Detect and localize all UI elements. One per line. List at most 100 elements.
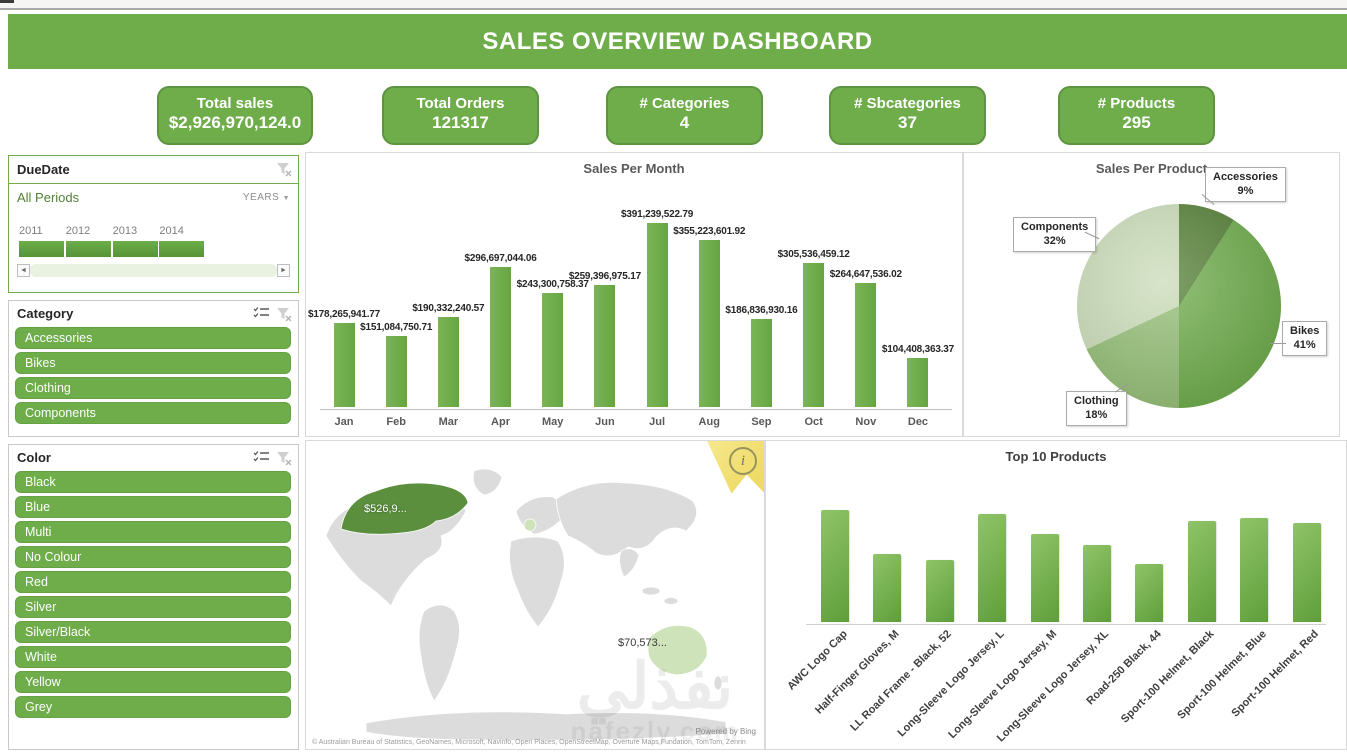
pie-callout-bikes: Bikes 41% (1282, 321, 1328, 356)
color-item-silver[interactable]: Silver (15, 596, 291, 618)
pie-callout-accessories: Accessories 9% (1205, 167, 1286, 202)
top10-tick-label: Sport-100 Helmet, Black (1118, 628, 1217, 726)
multi-select-icon[interactable] (253, 306, 270, 320)
kpi-label: Total Orders (416, 95, 505, 112)
map-value-label-canada: $526,9... (364, 503, 407, 515)
pie-callout-percent: 41% (1293, 339, 1316, 352)
pie-callout-label: Bikes (1290, 325, 1320, 337)
sales-map: $526,9... $70,573... i نفذلي nafezly.com… (305, 440, 765, 750)
dashboard-banner: SALES OVERVIEW DASHBOARD (8, 14, 1347, 69)
pie-callout-clothing: Clothing 18% (1066, 391, 1127, 426)
scroll-right-icon[interactable]: ► (277, 264, 290, 277)
pie-callout-label: Accessories (1213, 171, 1278, 183)
pie-callout-percent: 32% (1043, 235, 1066, 248)
kpi-value: 37 (898, 113, 917, 132)
map-attribution: © Australian Bureau of Statistics, GeoNa… (312, 739, 746, 746)
pie-callout-percent: 18% (1085, 409, 1108, 422)
month-tick-jan: Jan (334, 416, 354, 428)
pie-callout-label: Components (1021, 221, 1089, 233)
sales-per-product-chart: Sales Per Product Accessories 9% Bikes 41% C… (963, 152, 1340, 437)
clear-filter-icon[interactable] (276, 306, 292, 322)
month-bar-value: $391,239,522.79 (621, 209, 694, 220)
month-tick-oct: Oct (804, 416, 823, 428)
month-bar-value: $186,836,930.16 (725, 305, 798, 316)
month-bar-value: $151,084,750.71 (360, 322, 433, 333)
color-item-grey[interactable]: Grey (15, 696, 291, 718)
clear-filter-icon[interactable] (276, 161, 292, 177)
pie-chart (1077, 204, 1281, 408)
window-top-strip (0, 0, 1347, 10)
color-slicer-header: Color (9, 445, 298, 470)
granularity-dropdown[interactable]: YEARS ▼ (243, 192, 290, 203)
clear-filter-icon[interactable] (276, 450, 292, 466)
month-bar-value: $190,332,240.57 (412, 303, 485, 314)
top10-bar-9 (1240, 518, 1269, 622)
timeline-bar-2012[interactable] (65, 241, 112, 257)
month-bar-value: $259,396,975.17 (568, 271, 641, 282)
month-tick-aug: Aug (698, 416, 720, 428)
scroll-left-icon[interactable]: ◄ (17, 264, 30, 277)
month-bar-feb (385, 336, 407, 407)
color-item-silver-black[interactable]: Silver/Black (15, 621, 291, 643)
month-bar-may (542, 293, 564, 407)
color-item-blue[interactable]: Blue (15, 496, 291, 518)
month-tick-nov: Nov (855, 416, 877, 428)
duedate-selection-label: All Periods (17, 190, 80, 205)
x-axis-line (320, 409, 952, 410)
color-item-yellow[interactable]: Yellow (15, 671, 291, 693)
map-region-france (523, 518, 537, 532)
month-tick-jul: Jul (649, 416, 666, 428)
month-bar-jul (646, 223, 668, 407)
kpi-label: # Categories (639, 95, 730, 112)
timeline-scrollbar[interactable]: ◄ ► (17, 264, 290, 277)
duedate-slicer-title: DueDate (17, 162, 70, 177)
color-item-black[interactable]: Black (15, 471, 291, 493)
month-tick-may: May (542, 416, 564, 428)
pie-callout-percent: 9% (1237, 185, 1254, 198)
map-value-label-australia: $70,573... (618, 637, 667, 649)
month-bar-sep (750, 319, 772, 407)
top10-bar-3 (925, 560, 954, 622)
info-icon[interactable]: i (729, 447, 757, 475)
top10-tick-label: Sport-100 Helmet, Blue (1175, 628, 1269, 722)
sales-dashboard: SALES OVERVIEW DASHBOARD Total sales $2,9… (0, 0, 1347, 752)
x-axis-line (806, 624, 1326, 625)
chevron-down-icon: ▼ (282, 195, 290, 202)
color-slicer-title: Color (17, 450, 51, 465)
category-item-clothing[interactable]: Clothing (15, 377, 291, 399)
month-bar-dec (907, 358, 929, 407)
top10-bar-10 (1292, 523, 1321, 622)
kpi-card-total-orders: Total Orders 121317 (382, 86, 539, 145)
category-slicer-header: Category (9, 301, 298, 326)
timeline-year-2011: 2011 (19, 225, 43, 237)
category-item-components[interactable]: Components (15, 402, 291, 424)
month-bar-jun (594, 285, 616, 407)
scrollbar-track[interactable] (30, 264, 277, 277)
sales-per-month-chart: Sales Per Month $178,265,941.77 Jan $151,0… (305, 152, 963, 437)
duedate-slicer-header: DueDate (9, 156, 298, 184)
color-item-no-colour[interactable]: No Colour (15, 546, 291, 568)
multi-select-icon[interactable] (253, 450, 270, 464)
kpi-card--categories: # Categories 4 (606, 86, 763, 145)
month-bar-aug (698, 240, 720, 407)
month-bar-apr (490, 267, 512, 407)
category-item-accessories[interactable]: Accessories (15, 327, 291, 349)
timeline-bar-2011[interactable] (19, 241, 65, 257)
color-item-white[interactable]: White (15, 646, 291, 668)
timeline-bar-2014[interactable] (159, 241, 206, 257)
color-item-red[interactable]: Red (15, 571, 291, 593)
category-slicer-title: Category (17, 306, 74, 321)
top10-bar-4 (978, 514, 1007, 622)
timeline-bar-2013[interactable] (112, 241, 159, 257)
color-slicer: Color Black Blue Multi No Colour Red Silver Si… (8, 444, 299, 750)
color-item-multi[interactable]: Multi (15, 521, 291, 543)
top10-products-chart: Top 10 Products AWC Logo Cap Half-Finger … (765, 440, 1347, 750)
pie-callout-label: Clothing (1074, 395, 1119, 407)
top10-tick-label: LL Road Frame - Black, 52 (848, 628, 955, 734)
duedate-slicer: DueDate All Periods YEARS ▼ 2011 2012 2013… (8, 155, 299, 293)
kpi-card--products: # Products 295 (1058, 86, 1215, 145)
page-title: SALES OVERVIEW DASHBOARD (482, 28, 873, 55)
month-tick-dec: Dec (907, 416, 929, 428)
category-item-bikes[interactable]: Bikes (15, 352, 291, 374)
month-bar-value: $104,408,363.37 (881, 344, 955, 355)
